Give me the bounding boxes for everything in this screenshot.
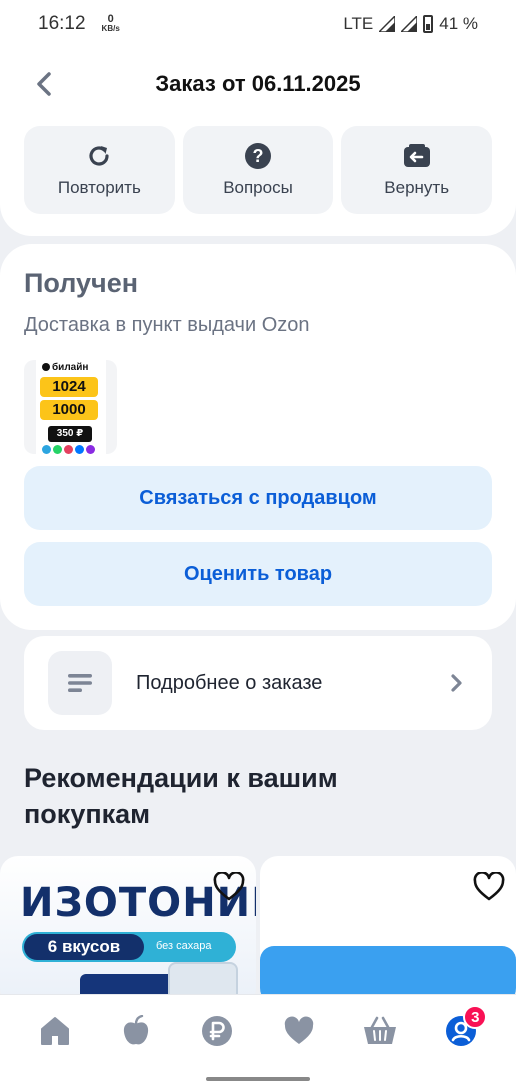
product-card[interactable]: ИЗОТОНИК 6 вкусов без сахара [0,856,256,1006]
product-thumbnail[interactable]: билайн 1024 1000 350 ₽ [24,360,117,454]
status-time: 16:12 [38,13,86,34]
questions-label: Вопросы [223,178,293,197]
bottom-navigation: 3 [0,994,516,1090]
heart-outline-icon [473,872,505,901]
network-speed: 0 KB/s [101,13,120,34]
heart-icon [284,1016,313,1044]
question-icon: ? [244,142,272,170]
speed-value: 0 [107,13,114,25]
list-icon [48,651,112,715]
nav-home[interactable] [27,1003,83,1059]
order-header-card: Заказ от 06.11.2025 Повторить ? Вопросы … [0,48,516,236]
order-status-card: Получен Доставка в пункт выдачи Ozon бил… [0,244,516,630]
heart-outline-icon [213,872,245,901]
order-details-label: Подробнее о заказе [136,671,323,694]
repeat-label: Повторить [57,178,141,197]
nav-fresh[interactable] [108,1003,164,1059]
sugar-free-note: без сахара [156,940,212,952]
chevron-right-icon [444,671,468,695]
nav-finance[interactable] [189,1003,245,1059]
repeat-button[interactable]: Повторить [24,126,175,214]
apple-icon [123,1015,149,1045]
product-card[interactable] [260,856,516,1006]
product-data-gb: 1024 [40,377,98,397]
home-indicator[interactable] [206,1077,310,1081]
recommendations-title: Рекомендации к вашим покупкам [24,763,338,829]
favorite-button[interactable] [472,870,506,904]
app-logos [42,445,95,454]
return-button[interactable]: Вернуть [341,126,493,214]
delivery-method: Доставка в пункт выдачи Ozon [24,314,310,336]
order-details-row[interactable]: Подробнее о заказе [24,636,492,730]
refresh-icon [85,142,113,170]
speed-unit: KB/s [101,24,120,33]
svg-text:?: ? [253,146,264,166]
contact-seller-button[interactable]: Связаться с продавцом [24,466,492,530]
chevron-left-icon [37,72,51,96]
nav-cart[interactable] [352,1003,408,1059]
battery-icon [423,15,434,33]
nav-profile[interactable]: 3 [433,1003,489,1059]
return-box-icon [403,142,431,170]
order-status: Получен [24,268,139,298]
back-button[interactable] [28,68,60,100]
return-label: Вернуть [384,178,450,197]
rate-product-button[interactable]: Оценить товар [24,542,492,606]
nav-favorites[interactable] [271,1003,327,1059]
battery-level: 41 % [439,14,478,33]
notification-badge: 3 [463,1005,488,1029]
favorite-button[interactable] [212,870,246,904]
basket-icon [363,1016,396,1044]
home-icon [40,1017,69,1045]
flavor-count: 6 вкусов [24,934,144,960]
status-bar: 16:12 0 KB/s LTE 41 % [0,0,516,48]
network-type: LTE [343,14,374,33]
product-brand: билайн [42,362,88,373]
header: Заказ от 06.11.2025 [0,64,516,104]
questions-button[interactable]: ? Вопросы [182,126,334,214]
status-indicators: LTE 41 % [343,14,478,34]
page-title: Заказ от 06.11.2025 [155,71,361,96]
product-price: 350 ₽ [48,426,92,442]
sim-card-image: билайн 1024 1000 350 ₽ [36,360,106,454]
ruble-icon [202,1016,233,1046]
order-actions: Повторить ? Вопросы Вернуть [24,126,493,214]
signal-icon [401,16,418,32]
signal-icon [379,16,396,32]
product-minutes: 1000 [40,400,98,420]
